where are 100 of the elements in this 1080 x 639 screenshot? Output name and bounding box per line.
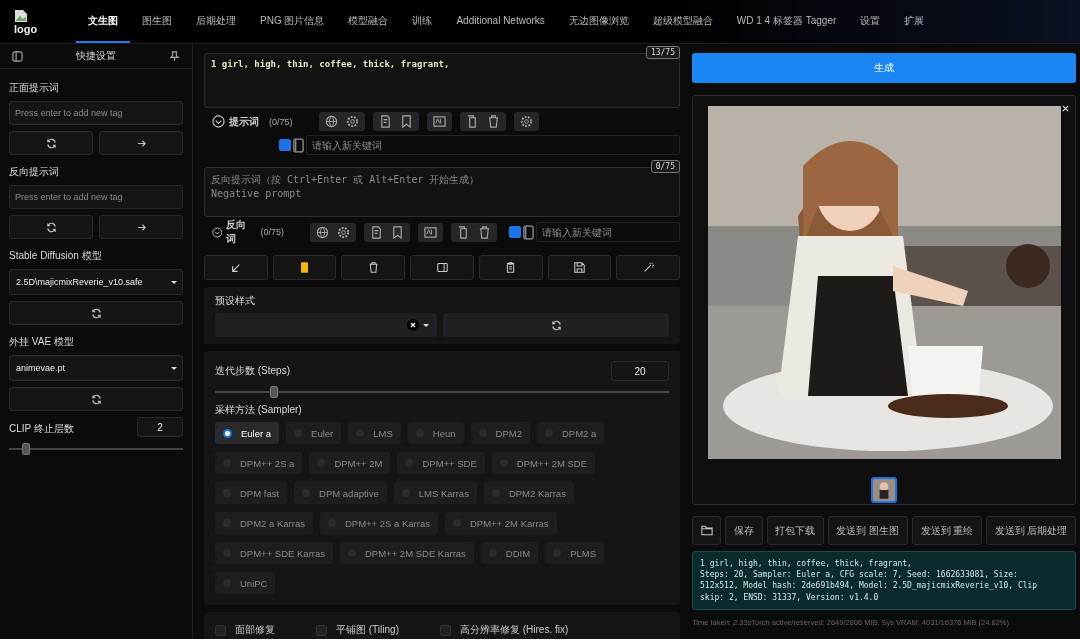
sampler-option[interactable]: DPM++ 2M SDE — [491, 452, 596, 474]
sampler-option[interactable]: Euler — [286, 422, 342, 444]
thumbnail[interactable] — [871, 477, 897, 503]
nav-tab[interactable]: WD 1 4 标签器 Tagger — [724, 0, 849, 43]
token-count: (0/75) — [269, 116, 293, 127]
output-button[interactable]: 发送到 图生图 — [827, 516, 908, 545]
settings-icon[interactable] — [337, 225, 350, 239]
arrow-down-left-icon — [230, 262, 241, 273]
clipboard-button[interactable] — [478, 255, 543, 280]
option-checkbox[interactable]: 面部修复 — [215, 623, 275, 637]
refresh-icon — [45, 221, 57, 233]
book-icon — [293, 137, 304, 153]
refresh-icon — [550, 319, 562, 331]
nav-tab[interactable]: 模型融合 — [336, 0, 401, 43]
nav-tab[interactable]: PNG 图片信息 — [248, 0, 337, 43]
checkbox[interactable] — [509, 226, 521, 238]
sampler-option[interactable]: DPM++ SDE Karras — [215, 542, 333, 564]
checkbox[interactable] — [279, 139, 291, 151]
sampler-option[interactable]: DPM2 — [470, 422, 530, 444]
document-icon[interactable] — [378, 115, 392, 128]
sampler-option[interactable]: LMS — [348, 422, 401, 444]
field-label: 正面提示词 — [9, 81, 60, 95]
globe-icon[interactable] — [316, 225, 329, 239]
keyword-input-field[interactable]: 请输入新关键词 — [536, 222, 680, 242]
collapse-icon[interactable] — [212, 115, 225, 128]
save-button[interactable] — [547, 255, 612, 280]
sampler-option[interactable]: Heun — [407, 422, 464, 444]
sampler-option[interactable]: DPM fast — [215, 482, 288, 504]
sidebar-toggle-icon[interactable] — [12, 50, 23, 62]
refresh-icon — [90, 307, 102, 319]
collapse-icon[interactable] — [212, 225, 223, 239]
globe-icon[interactable] — [324, 115, 338, 128]
settings-icon[interactable] — [345, 115, 359, 128]
styles-button[interactable] — [272, 255, 337, 280]
number-field[interactable]: 2 — [137, 417, 183, 437]
nav-tab[interactable]: 训练 — [400, 0, 445, 43]
field-label: 迭代步数 (Steps) — [215, 364, 290, 378]
output-button[interactable]: 打包下载 — [766, 516, 824, 545]
option-checkbox[interactable]: 平铺图 (Tiling) — [316, 623, 399, 637]
sampler-option[interactable]: DPM++ 2S a Karras — [319, 512, 438, 534]
clear-icon[interactable] — [407, 319, 419, 331]
output-button[interactable]: 保存 — [725, 516, 763, 545]
trash-button[interactable] — [341, 255, 406, 280]
copy-icon[interactable] — [465, 115, 479, 128]
panel-button[interactable] — [410, 255, 474, 280]
number-field[interactable]: 20 — [611, 361, 669, 381]
sampler-option[interactable]: DPM++ 2M Karras — [444, 512, 557, 534]
slider[interactable] — [9, 443, 183, 455]
nav-tab[interactable]: Additional Networks — [444, 0, 557, 43]
vae-dropdown[interactable]: animevae.pt — [9, 355, 183, 381]
sampler-option[interactable]: DPM2 a Karras — [215, 512, 313, 534]
bookmark-icon[interactable] — [391, 225, 404, 239]
generate-button[interactable]: 生成 — [692, 53, 1076, 83]
folder-button[interactable] — [692, 516, 722, 545]
settings-icon[interactable] — [519, 115, 533, 128]
close-icon[interactable] — [1061, 104, 1070, 113]
nav-tab[interactable]: 扩展 — [892, 0, 937, 43]
panel-icon — [436, 262, 448, 273]
tag-input-field[interactable]: Press enter to add new tag — [9, 101, 183, 125]
save-icon — [573, 262, 585, 273]
trash-icon[interactable] — [478, 225, 491, 239]
token-count: (0/75) — [260, 227, 284, 237]
nav-tab[interactable]: 文生图 — [76, 0, 130, 43]
pin-icon[interactable] — [169, 50, 180, 62]
sampler-option[interactable]: DPM++ 2M — [309, 452, 391, 474]
sampler-option[interactable]: DPM++ 2S a — [215, 452, 303, 474]
sampler-option[interactable]: PLMS — [545, 542, 604, 564]
field-label: 采样方法 (Sampler) — [215, 403, 303, 417]
steps-slider[interactable] — [215, 386, 669, 398]
model-dropdown[interactable]: 2.5D\majicmixReverie_v10.safe — [9, 269, 183, 295]
sampler-option[interactable]: DPM adaptive — [294, 482, 387, 504]
sampler-option[interactable]: DPM++ 2M SDE Karras — [340, 542, 474, 564]
sampler-option[interactable]: DPM2 Karras — [483, 482, 574, 504]
output-button[interactable]: 发送到 重绘 — [911, 516, 982, 545]
output-button[interactable]: 发送到 后期处理 — [985, 516, 1077, 545]
trash-icon[interactable] — [486, 115, 500, 128]
nav-tab[interactable]: 无边图像浏览 — [556, 0, 641, 43]
copy-icon[interactable] — [457, 225, 470, 239]
nav-tab[interactable]: 图生图 — [130, 0, 184, 43]
option-checkbox[interactable]: 高分辨率修复 (Hires. fix) — [439, 623, 569, 637]
book-icon — [523, 224, 534, 240]
keyword-input-field[interactable]: 请输入新关键词 — [306, 135, 680, 155]
generation-info: 1 girl, high, thin, coffee, thick, fragrant, Steps: 20, Sampler: Euler a, CFG scale: 7, Seed: 1662633081, Size: 512x512, Model hash: 2de691b494, Model: 2.5D_majicmixReverie_v10, Clip skip: 2, ENSD: 31337, Version: v1.4.0 — [692, 551, 1076, 610]
document-icon[interactable] — [370, 225, 383, 239]
field-label: 外挂 VAE 模型 — [9, 335, 75, 349]
field-label: CLIP 终止层数 — [9, 422, 74, 436]
nav-tab[interactable]: 设置 — [848, 0, 893, 43]
sampler-option[interactable]: DPM2 a — [536, 422, 605, 444]
nav-tab[interactable]: 后期处理 — [184, 0, 248, 43]
sampler-option[interactable]: DDIM — [480, 542, 539, 564]
sampler-option[interactable]: Euler a — [215, 422, 280, 444]
sampler-option[interactable]: DPM++ SDE — [397, 452, 485, 474]
sampler-option[interactable]: LMS Karras — [393, 482, 477, 504]
bookmark-icon[interactable] — [399, 115, 413, 128]
token-counter: 13/75 — [645, 46, 680, 59]
trash-icon — [367, 262, 379, 273]
tag-input-field[interactable]: Press enter to add new tag — [9, 185, 183, 209]
folder-icon — [700, 525, 713, 536]
sampler-option[interactable]: UniPC — [215, 572, 276, 594]
nav-tab[interactable]: 超级模型融合 — [640, 0, 725, 43]
